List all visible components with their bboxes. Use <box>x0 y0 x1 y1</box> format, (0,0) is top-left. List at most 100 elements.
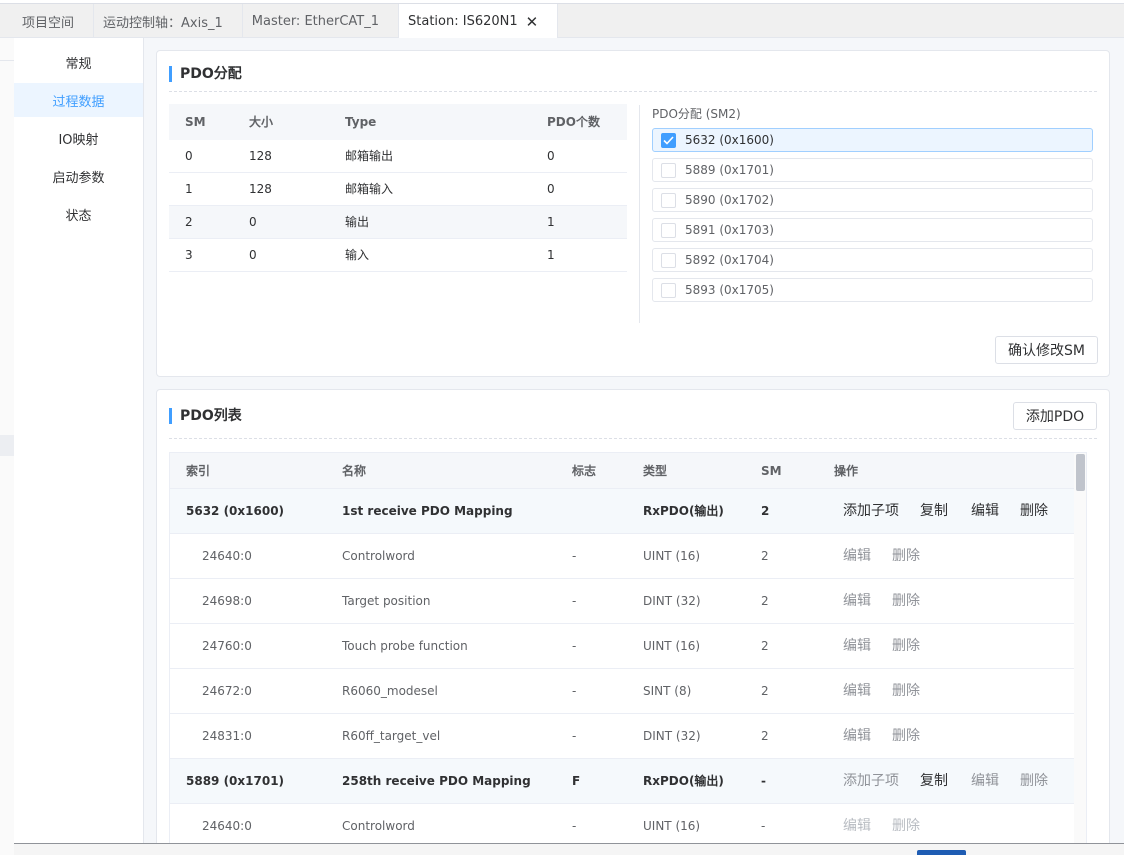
sidebar-item-process-data[interactable]: 过程数据 <box>14 83 143 117</box>
edit-button[interactable]: 编辑 <box>843 534 871 579</box>
cell-index: 24698:0 <box>202 594 252 608</box>
left-strip <box>0 38 14 855</box>
tab-master-ethercat[interactable]: Master: EtherCAT_1 <box>243 4 400 38</box>
sidebar-item-label: 状态 <box>65 208 92 224</box>
cell-type: 输出 <box>345 215 370 229</box>
edit-button[interactable]: 编辑 <box>971 759 999 804</box>
checkbox-icon[interactable] <box>661 222 676 238</box>
cell-type: RxPDO(输出) <box>643 504 724 518</box>
table-row[interactable]: 24640:0 Controlword - UINT (16) 2 编辑 删除 <box>170 534 1086 579</box>
delete-button[interactable]: 删除 <box>892 579 920 624</box>
cell-count: 1 <box>547 248 555 262</box>
add-pdo-button[interactable]: 添加PDO <box>1013 402 1097 430</box>
pdo-assign-checkbox[interactable]: 5891 (0x1703) <box>652 218 1093 242</box>
delete-button[interactable]: 删除 <box>1020 759 1048 804</box>
checkbox-icon[interactable] <box>661 162 676 178</box>
add-child-button[interactable]: 添加子项 <box>843 759 899 804</box>
table-header: 索引 名称 标志 类型 SM 操作 <box>170 453 1086 489</box>
delete-button[interactable]: 删除 <box>892 624 920 669</box>
pdo-assign-checkbox[interactable]: 5892 (0x1704) <box>652 248 1093 272</box>
close-icon[interactable]: ✕ <box>526 13 539 31</box>
cell-sm: 2 <box>761 729 769 743</box>
cell-count: 0 <box>547 182 555 196</box>
cell-type: 邮箱输出 <box>345 149 394 163</box>
column-header: Type <box>345 115 377 129</box>
card-title: PDO列表 <box>169 408 242 424</box>
pdo-assign-card: PDO分配 SM 大小 Type PDO个数 0 128 邮箱输出 0 1 1 2 <box>156 50 1110 377</box>
sidebar-item-general[interactable]: 常规 <box>14 45 143 79</box>
pdo-assign-label: PDO分配 (SM2) <box>652 107 741 121</box>
table-row[interactable]: 24760:0 Touch probe function - UINT (16)… <box>170 624 1086 669</box>
edit-button[interactable]: 编辑 <box>843 624 871 669</box>
cell-type: DINT (32) <box>643 729 701 743</box>
tab-label: Station: IS620N1 <box>408 14 518 29</box>
pdo-assign-checkbox[interactable]: 5889 (0x1701) <box>652 158 1093 182</box>
checkbox-icon[interactable] <box>661 282 676 298</box>
sidebar-item-startup-params[interactable]: 启动参数 <box>14 159 143 193</box>
copy-button[interactable]: 复制 <box>920 489 948 534</box>
sidebar-item-io-mapping[interactable]: IO映射 <box>14 121 143 155</box>
add-child-button[interactable]: 添加子项 <box>843 489 899 534</box>
pdo-table: 索引 名称 标志 类型 SM 操作 5632 (0x1600) 1st rece… <box>169 452 1087 843</box>
cell-name: Touch probe function <box>342 639 468 653</box>
sidebar-item-label: 过程数据 <box>52 94 105 110</box>
pdo-assign-checkbox[interactable]: 5893 (0x1705) <box>652 278 1093 302</box>
tab-label: 运动控制轴：Axis_1 <box>103 15 223 31</box>
cell-name: R60ff_target_vel <box>342 729 441 743</box>
cell-type: UINT (16) <box>643 549 701 563</box>
cell-name: 258th receive PDO Mapping <box>342 774 531 788</box>
delete-button[interactable]: 删除 <box>1020 489 1048 534</box>
edit-button[interactable]: 编辑 <box>971 489 999 534</box>
delete-button[interactable]: 删除 <box>892 804 920 843</box>
checkbox-icon[interactable] <box>661 192 676 208</box>
table-row-parent[interactable]: 5889 (0x1701) 258th receive PDO Mapping … <box>170 759 1086 804</box>
tab-station[interactable]: Station: IS620N1 ✕ <box>399 4 559 39</box>
copy-button[interactable]: 复制 <box>920 759 948 804</box>
cell-sm: - <box>761 774 766 788</box>
edit-button[interactable]: 编辑 <box>843 669 871 714</box>
cell-name: 1st receive PDO Mapping <box>342 504 513 518</box>
delete-button[interactable]: 删除 <box>892 714 920 759</box>
cell-type: UINT (16) <box>643 819 701 833</box>
cell-sm: 2 <box>761 504 770 518</box>
edit-button[interactable]: 编辑 <box>843 804 871 843</box>
table-row[interactable]: 0 128 邮箱输出 0 <box>169 140 627 173</box>
edit-button[interactable]: 编辑 <box>843 579 871 624</box>
pdo-assign-checkbox[interactable]: 5890 (0x1702) <box>652 188 1093 212</box>
table-row-parent[interactable]: 5632 (0x1600) 1st receive PDO Mapping Rx… <box>170 489 1086 534</box>
cell-count: 0 <box>547 149 555 163</box>
cell-sm: 0 <box>185 149 193 163</box>
column-header: 大小 <box>249 115 274 129</box>
table-row[interactable]: 3 0 输入 1 <box>169 239 627 272</box>
cell-name: R6060_modesel <box>342 684 438 698</box>
table-row[interactable]: 1 128 邮箱输入 0 <box>169 173 627 206</box>
scrollbar-thumb[interactable] <box>1076 454 1085 491</box>
active-indicator <box>917 850 966 855</box>
divider <box>639 105 640 323</box>
cell-flag: - <box>572 639 577 653</box>
table-row[interactable]: 24672:0 R6060_modesel - SINT (8) 2 编辑 删除 <box>170 669 1086 714</box>
checkbox-icon[interactable] <box>661 252 676 268</box>
tab-project-space[interactable]: 项目空间 <box>0 4 95 38</box>
checkbox-checked-icon[interactable] <box>661 132 676 148</box>
delete-button[interactable]: 删除 <box>892 534 920 579</box>
cell-sm: 2 <box>761 639 769 653</box>
confirm-sm-button[interactable]: 确认修改SM <box>995 336 1098 364</box>
tab-motion-axis[interactable]: 运动控制轴：Axis_1 <box>94 4 243 38</box>
column-header: 标志 <box>572 464 597 478</box>
vertical-scrollbar[interactable] <box>1074 453 1086 843</box>
delete-button[interactable]: 删除 <box>892 669 920 714</box>
edit-button[interactable]: 编辑 <box>843 714 871 759</box>
checkbox-label: 5892 (0x1704) <box>685 253 774 267</box>
sidebar-item-label: IO映射 <box>58 132 99 148</box>
cell-size: 0 <box>249 248 257 262</box>
table-row[interactable]: 24831:0 R60ff_target_vel - DINT (32) 2 编… <box>170 714 1086 759</box>
cell-size: 128 <box>249 149 272 163</box>
sidebar-item-status[interactable]: 状态 <box>14 197 143 231</box>
table-row[interactable]: 24698:0 Target position - DINT (32) 2 编辑… <box>170 579 1086 624</box>
pdo-assign-checkbox[interactable]: 5632 (0x1600) <box>652 128 1093 152</box>
cell-sm: - <box>761 819 766 833</box>
column-header: 操作 <box>834 464 859 478</box>
table-row[interactable]: 2 0 输出 1 <box>169 206 627 239</box>
table-row[interactable]: 24640:0 Controlword - UINT (16) - 编辑 删除 <box>170 804 1086 843</box>
